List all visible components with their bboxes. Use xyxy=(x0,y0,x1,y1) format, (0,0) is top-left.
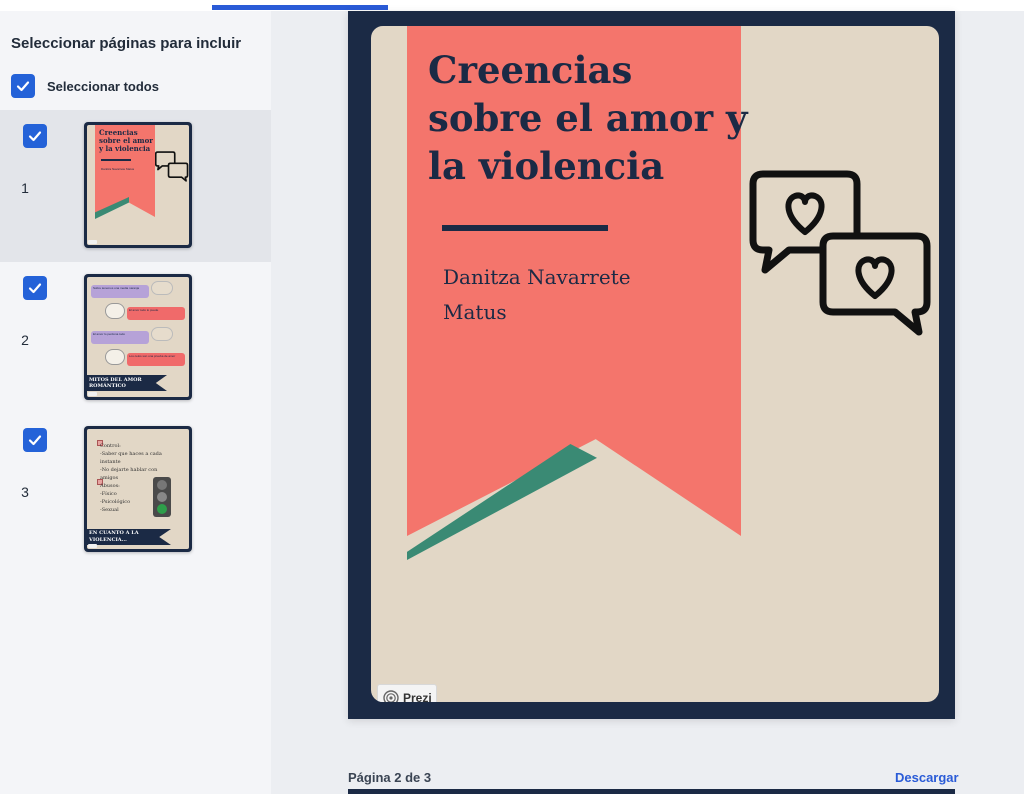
thumb-myth-card: El amor todo lo puede xyxy=(127,307,185,320)
slide-author: Danitza Navarrete Matus xyxy=(443,265,631,324)
sidebar-title: Seleccionar páginas para incluir xyxy=(11,35,242,52)
page-counter: Página 2 de 3 xyxy=(348,770,432,785)
thumb-author: Danitza Navarrete Matus xyxy=(101,167,135,171)
thumb-heart-sticker xyxy=(151,327,173,341)
thumb-divider xyxy=(101,159,131,161)
checkmark-icon xyxy=(16,81,30,92)
page-selection-sidebar: Seleccionar páginas para incluir Selecci… xyxy=(0,11,271,794)
thumb-footer-text: EN CUANTO A LA VIOLENCIA... xyxy=(89,530,139,543)
page-2-checkbox[interactable] xyxy=(23,276,47,300)
checkmark-icon xyxy=(28,283,42,294)
thumb-sticker xyxy=(105,349,125,365)
prezi-logo-icon xyxy=(383,689,399,702)
page-3-thumbnail[interactable]: Control: -Saber que haces a cada instant… xyxy=(84,426,192,552)
slide-canvas: Creencias sobre el amor y la violencia D… xyxy=(371,26,939,702)
thumb-myth-card: Los celos son una prueba de amor xyxy=(127,353,185,366)
prezi-mini-logo xyxy=(88,240,97,244)
page-item-1[interactable]: 1 Creencias sobre el amor y la violencia… xyxy=(0,110,271,262)
checkmark-icon xyxy=(28,131,42,142)
heart-chat-bubbles-icon xyxy=(155,151,189,182)
top-bar xyxy=(0,0,1024,11)
download-link[interactable]: Descargar xyxy=(895,770,959,785)
page-3-checkbox[interactable] xyxy=(23,428,47,452)
heart-chat-bubbles-icon xyxy=(749,170,931,336)
slide-preview: Creencias sobre el amor y la violencia D… xyxy=(348,11,955,719)
thumb-heart-sticker xyxy=(151,281,173,295)
page-item-3[interactable]: 3 Control: -Saber que haces a cada insta… xyxy=(0,414,271,566)
page-1-thumbnail[interactable]: Creencias sobre el amor y la violencia D… xyxy=(84,122,192,248)
page-number: 2 xyxy=(21,332,29,348)
checkmark-icon xyxy=(28,435,42,446)
select-all-checkbox[interactable] xyxy=(11,74,35,98)
next-slide-preview xyxy=(348,789,955,794)
traffic-light-icon xyxy=(153,477,171,517)
thumb-sticker xyxy=(105,303,125,319)
title-divider xyxy=(442,225,608,231)
page-item-2[interactable]: 2 Sobre tenemos una media naranja El amo… xyxy=(0,262,271,414)
select-all-checkbox-row[interactable]: Seleccionar todos xyxy=(11,74,159,98)
loading-progress-bar xyxy=(212,5,388,10)
page-number: 1 xyxy=(21,180,29,196)
prezi-badge[interactable]: Prezi xyxy=(377,684,437,702)
page-1-checkbox[interactable] xyxy=(23,124,47,148)
prezi-badge-label: Prezi xyxy=(403,690,432,703)
thumb-title: Creencias sobre el amor y la violencia xyxy=(99,128,153,153)
slide-title: Creencias sobre el amor y la violencia xyxy=(428,48,748,188)
page-2-thumbnail[interactable]: Sobre tenemos una media naranja El amor … xyxy=(84,274,192,400)
thumb-myth-card: El amor lo perdona todo xyxy=(91,331,149,344)
prezi-mini-logo xyxy=(88,544,97,548)
thumb-myth-card: Sobre tenemos una media naranja xyxy=(91,285,149,298)
thumb-footer-text: MITOS DEL AMOR ROMÁNTICO xyxy=(89,377,142,389)
page-number: 3 xyxy=(21,484,29,500)
prezi-mini-logo xyxy=(88,392,97,396)
select-all-label: Seleccionar todos xyxy=(47,78,159,94)
